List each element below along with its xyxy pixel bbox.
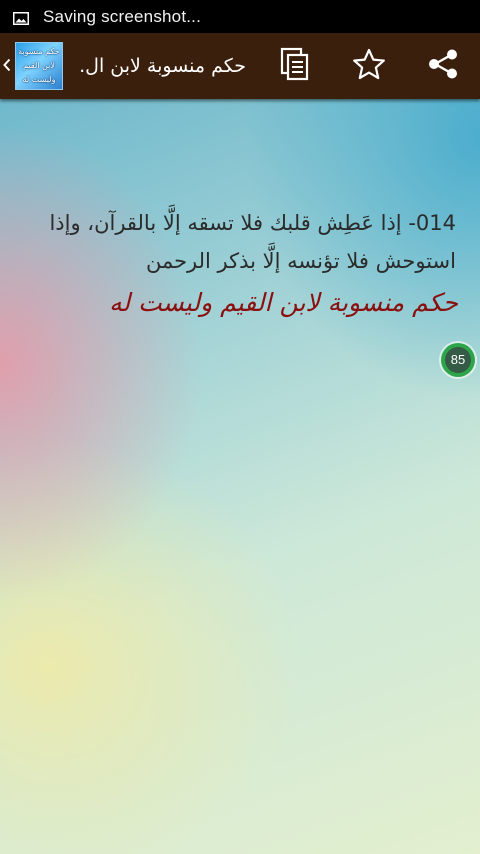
status-text: Saving screenshot... (43, 6, 202, 26)
copy-icon (280, 47, 310, 85)
content-area: 014- إذا عَطِش قلبك فلا تسقه إلَّا بالقر… (0, 99, 480, 854)
share-button[interactable] (416, 33, 470, 99)
favorite-button[interactable] (342, 33, 396, 99)
attribution-text: حكم منسوبة لابن القيم وليست له (109, 288, 458, 317)
quote-text: 014- إذا عَطِش قلبك فلا تسقه إلَّا بالقر… (49, 211, 456, 273)
logo-line: وليست له (22, 75, 56, 84)
counter-badge: 85 (441, 343, 475, 377)
share-icon (427, 49, 459, 83)
logo-line: لابن القيم (23, 61, 55, 70)
app-logo[interactable]: حكم منسوبة لابن القيم وليست له (15, 42, 63, 90)
up-button[interactable] (0, 33, 14, 99)
counter-value: 85 (445, 347, 471, 373)
chevron-left-icon (3, 57, 11, 76)
copy-button[interactable] (268, 33, 322, 99)
image-icon (13, 10, 29, 25)
logo-line: حكم منسوبة (18, 47, 60, 56)
star-outline-icon (352, 48, 386, 84)
page-title: حكم منسوبة لابن ال. (79, 55, 246, 77)
status-bar: Saving screenshot... (0, 0, 480, 33)
action-bar: حكم منسوبة لابن القيم وليست له حكم منسوب… (0, 33, 480, 99)
